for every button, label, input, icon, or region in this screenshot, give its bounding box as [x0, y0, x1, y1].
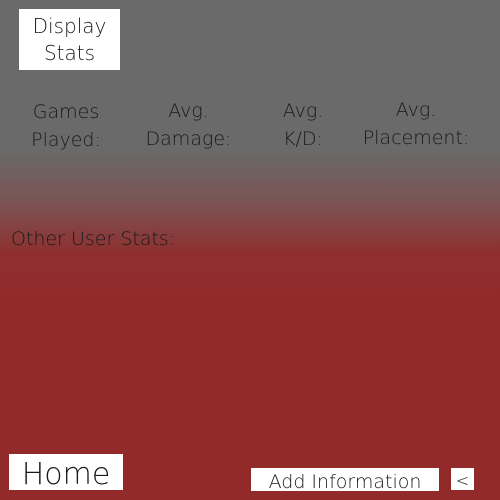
avg-placement-label-line2: Placement: — [362, 127, 470, 149]
add-information-button[interactable]: Add Information — [251, 468, 439, 491]
display-stats-button[interactable]: Display Stats — [19, 9, 120, 70]
avg-placement-label: Avg. Placement: — [352, 96, 480, 152]
back-button[interactable]: < — [451, 468, 474, 490]
games-played-label: Games Played: — [20, 98, 112, 154]
avg-kd-label-line1: Avg. — [282, 100, 324, 122]
display-stats-label-line1: Display — [32, 13, 107, 38]
avg-damage-label-line2: Damage: — [145, 128, 232, 150]
avg-damage-label-line1: Avg. — [168, 100, 209, 122]
avg-kd-label-line2: K/D: — [283, 128, 323, 150]
avg-damage-label: Avg. Damage: — [136, 97, 241, 153]
avg-kd-label: Avg. K/D: — [272, 97, 334, 153]
other-user-stats-label: Other User Stats: — [11, 228, 176, 250]
games-played-label-line1: Games — [32, 101, 100, 123]
avg-placement-label-line1: Avg. — [395, 99, 437, 121]
home-button[interactable]: Home — [9, 454, 123, 490]
display-stats-label-line2: Stats — [43, 40, 96, 65]
games-played-label-line2: Played: — [31, 129, 101, 151]
